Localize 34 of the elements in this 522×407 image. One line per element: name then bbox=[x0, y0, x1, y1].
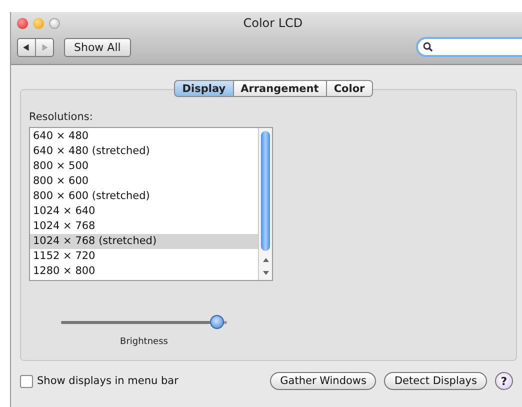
back-arrow-icon[interactable] bbox=[22, 42, 31, 52]
action-button[interactable]: Detect Displays bbox=[384, 372, 487, 390]
tab[interactable]: Color bbox=[326, 80, 373, 97]
resolution-item[interactable]: 1024 × 768 bbox=[30, 219, 258, 234]
resolution-item[interactable]: 640 × 480 (stretched) bbox=[30, 144, 258, 159]
tab[interactable]: Arrangement bbox=[234, 80, 327, 97]
resolution-item[interactable]: 1024 × 768 (stretched) bbox=[30, 234, 258, 249]
search-icon bbox=[423, 42, 433, 52]
checkbox-label[interactable]: Show displays in menu bar bbox=[37, 375, 178, 387]
scroll-down-icon[interactable] bbox=[262, 269, 270, 277]
search-field[interactable] bbox=[416, 37, 522, 57]
resolution-item[interactable]: 800 × 600 bbox=[30, 174, 258, 189]
checkbox[interactable] bbox=[20, 374, 33, 388]
back-forward-control[interactable] bbox=[17, 38, 54, 56]
zoom-button[interactable] bbox=[49, 18, 60, 28]
brightness-label: Brightness bbox=[120, 337, 168, 347]
help-button[interactable]: ? bbox=[495, 372, 513, 390]
close-button[interactable] bbox=[17, 18, 28, 28]
brightness-slider[interactable] bbox=[61, 315, 227, 329]
resolution-item[interactable]: 1024 × 640 bbox=[30, 204, 258, 219]
show-all-button[interactable]: Show All bbox=[64, 38, 131, 56]
action-button[interactable]: Gather Windows bbox=[270, 372, 376, 390]
forward-arrow-icon[interactable] bbox=[40, 42, 49, 52]
resolutions-label: Resolutions: bbox=[29, 111, 93, 123]
resolution-item[interactable]: 1152 × 720 bbox=[30, 249, 258, 264]
resolution-item[interactable]: 1280 × 800 bbox=[30, 264, 258, 279]
tab[interactable]: Display bbox=[174, 80, 234, 97]
resolution-item[interactable]: 800 × 500 bbox=[30, 159, 258, 174]
scroll-bar[interactable] bbox=[258, 128, 272, 280]
slider-thumb[interactable] bbox=[210, 315, 224, 329]
resolution-item[interactable]: 640 × 480 bbox=[30, 129, 258, 144]
resolution-item[interactable]: 800 × 600 (stretched) bbox=[30, 189, 258, 204]
scroll-up-icon[interactable] bbox=[262, 256, 270, 264]
window-title: Color LCD bbox=[243, 16, 303, 30]
